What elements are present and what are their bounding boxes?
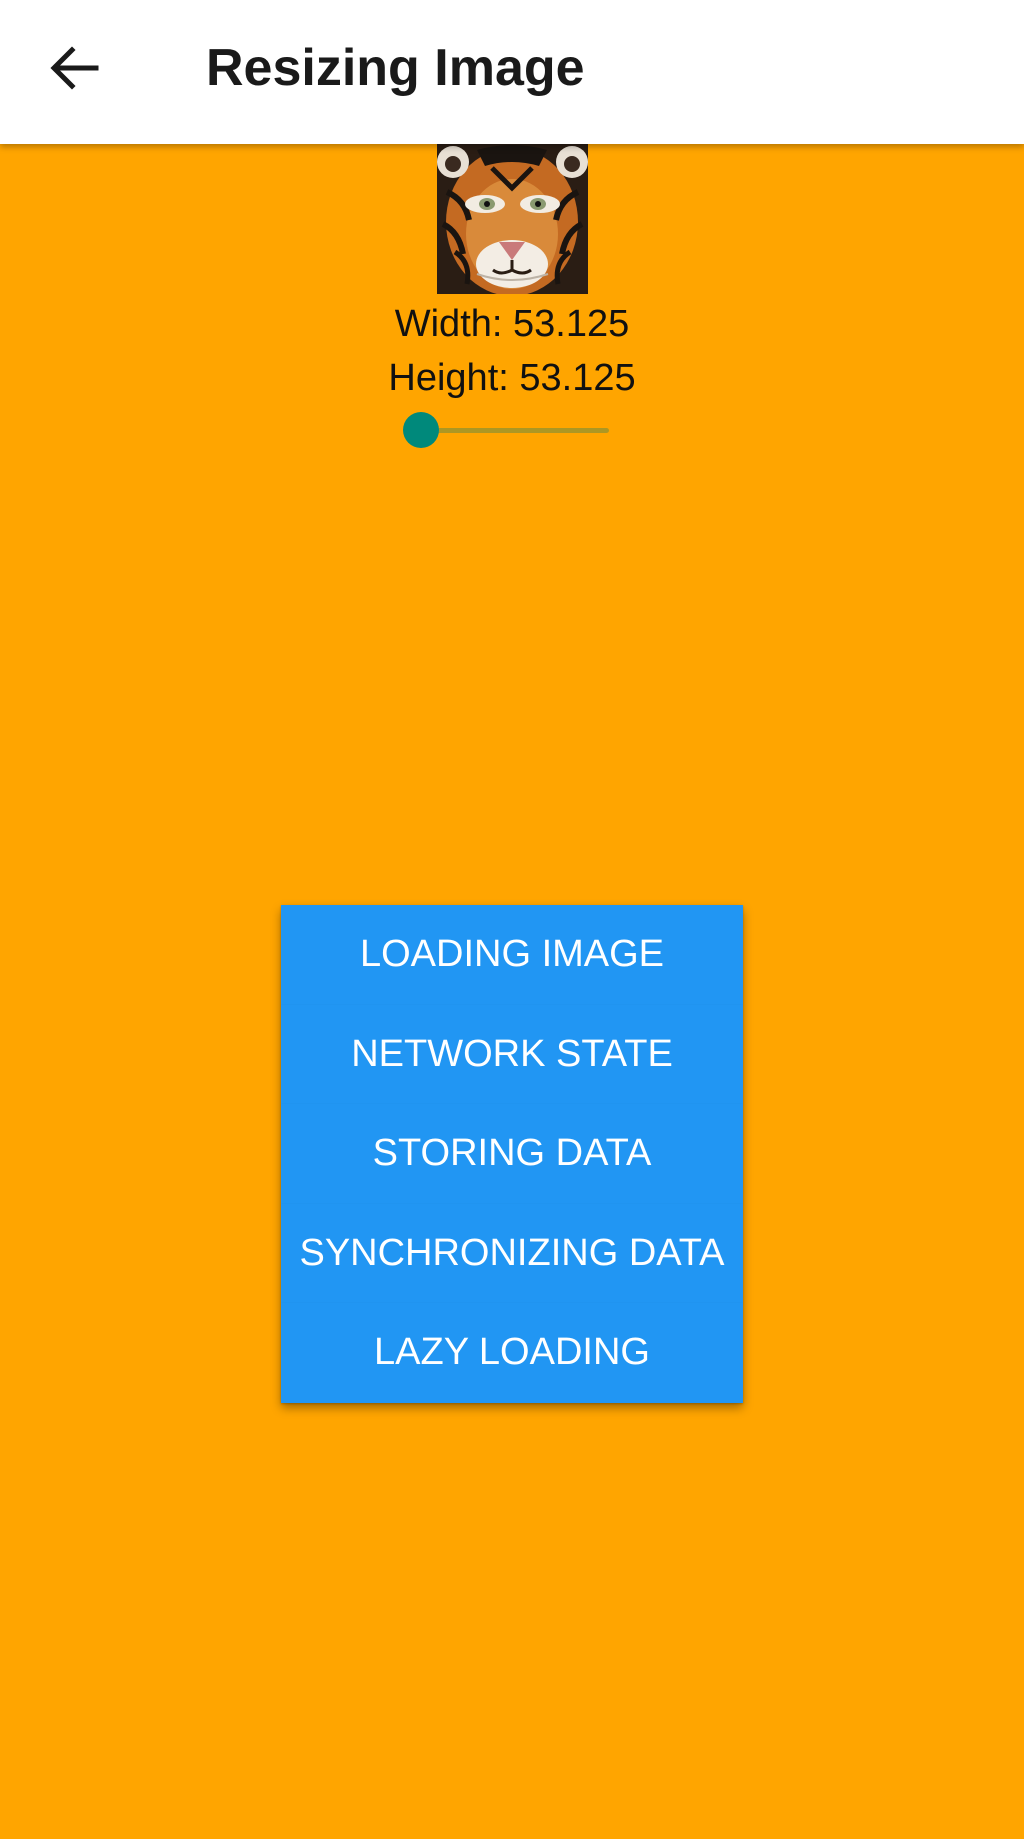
tiger-image [437, 144, 588, 294]
slider-thumb[interactable] [403, 412, 439, 448]
back-button[interactable] [38, 32, 110, 104]
lazy-loading-button[interactable]: LAZY LOADING [281, 1303, 743, 1403]
height-readout: Height: 53.125 [388, 357, 636, 399]
width-readout: Width: 53.125 [394, 303, 630, 345]
navigation-buttons: LOADING IMAGE NETWORK STATE STORING DATA… [281, 905, 743, 1403]
page-title: Resizing Image [206, 39, 585, 97]
size-slider[interactable] [403, 410, 609, 450]
storing-data-button[interactable]: STORING DATA [281, 1104, 743, 1204]
arrow-left-icon [50, 46, 99, 90]
app-bar: Resizing Image [0, 0, 1024, 144]
loading-image-button[interactable]: LOADING IMAGE [281, 905, 743, 1005]
slider-track[interactable] [421, 428, 609, 433]
synchronizing-data-button[interactable]: SYNCHRONIZING DATA [281, 1203, 743, 1304]
network-state-button[interactable]: NETWORK STATE [281, 1004, 743, 1105]
